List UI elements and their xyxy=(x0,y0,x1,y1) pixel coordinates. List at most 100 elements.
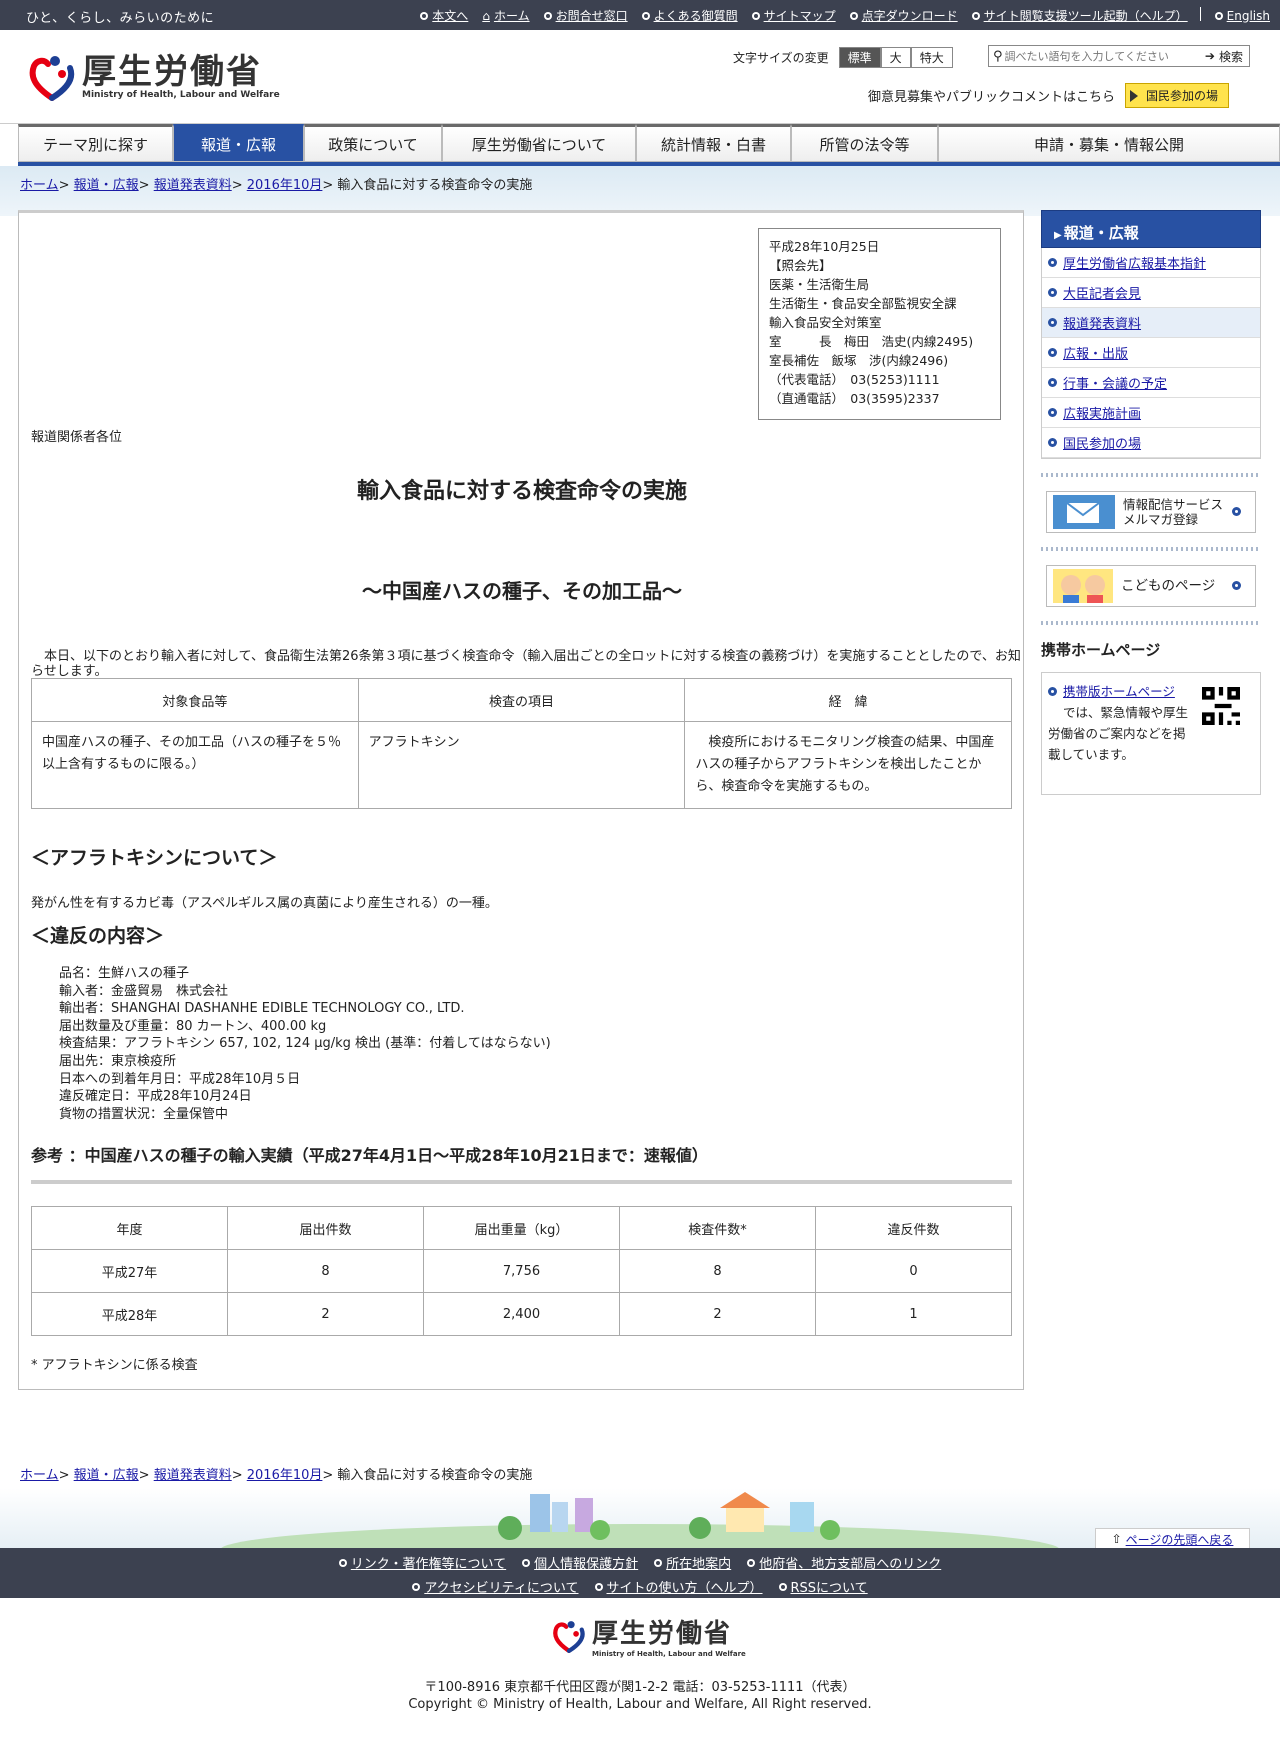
global-nav: テーマ別に探す 報道・広報 政策について 厚生労働省について 統計情報・白書 所… xyxy=(18,124,1280,166)
site-logo[interactable]: 厚生労働省 Ministry of Health, Labour and Wel… xyxy=(28,52,280,102)
envelope-icon xyxy=(1053,495,1115,529)
list-item: 検査結果：アフラトキシン 657, 102, 124 μg/kg 検出 (基準：… xyxy=(59,1036,551,1052)
arrow-icon xyxy=(1232,507,1241,516)
breadcrumb-footer: ホーム> 報道・広報> 報道発表資料> 2016年10月> 輸入食品に対する検査… xyxy=(20,1468,533,1483)
sidebar-item-participation[interactable]: 国民参加の場 xyxy=(1042,428,1260,458)
skip-to-content-link[interactable]: 本文へ xyxy=(420,7,468,24)
sidebar: ▶ 報道・広報 厚生労働省広報基本指針 大臣記者会見 報道発表資料 広報・出版 行… xyxy=(1041,210,1261,795)
braille-download-link[interactable]: 点字ダウンロード xyxy=(849,7,958,24)
nav-policy[interactable]: 政策について xyxy=(304,124,442,162)
breadcrumb-home[interactable]: ホーム xyxy=(20,178,59,193)
table-cell: 2,400 xyxy=(423,1292,620,1336)
footer-link-copyright[interactable]: リンク・著作権等について xyxy=(338,1553,506,1572)
breadcrumb-releases[interactable]: 報道発表資料 xyxy=(154,1468,232,1483)
breadcrumb-month[interactable]: 2016年10月 xyxy=(247,178,323,193)
footer-link-other-ministries[interactable]: 他府省、地方支部局へのリンク xyxy=(747,1553,941,1572)
nav-applications[interactable]: 申請・募集・情報公開 xyxy=(938,124,1280,162)
table-cell: 検疫所におけるモニタリング検査の結果、中国産ハスの種子からアフラトキシンを検出し… xyxy=(684,721,1012,809)
divider xyxy=(1041,621,1261,625)
bullet-icon xyxy=(1048,258,1057,267)
violation-heading: ＜違反の内容＞ xyxy=(31,925,165,947)
font-size-xlarge-button[interactable]: 特大 xyxy=(910,47,953,68)
breadcrumb-month[interactable]: 2016年10月 xyxy=(247,1468,323,1483)
accessibility-tool-link[interactable]: サイト閲覧支援ツール起動（ヘルプ） xyxy=(971,7,1188,24)
table-cell: 2 xyxy=(619,1292,816,1336)
home-link[interactable]: ⌂ ホーム xyxy=(482,7,529,24)
nav-about[interactable]: 厚生労働省について xyxy=(442,124,636,162)
divider xyxy=(1041,547,1261,551)
bullet-icon xyxy=(1048,348,1057,357)
breadcrumb: ホーム> 報道・広報> 報道発表資料> 2016年10月> 輸入食品に対する検査… xyxy=(20,178,533,193)
breadcrumb-releases[interactable]: 報道発表資料 xyxy=(154,178,232,193)
breadcrumb-press[interactable]: 報道・広報 xyxy=(74,1468,139,1483)
public-comment-area: 御意見募集やパブリックコメントはこちら 国民参加の場 xyxy=(868,83,1230,108)
footer-link-accessibility[interactable]: アクセシビリティについて xyxy=(412,1577,579,1596)
sidebar-item-press-releases[interactable]: 報道発表資料 xyxy=(1042,308,1260,338)
english-link[interactable]: English xyxy=(1214,7,1270,24)
footer-link-location[interactable]: 所在地案内 xyxy=(654,1553,731,1572)
list-item: 貨物の措置状況：全量保管中 xyxy=(59,1106,229,1122)
home-icon: ⌂ xyxy=(482,8,490,23)
footer-link-help[interactable]: サイトの使い方（ヘルプ） xyxy=(594,1577,763,1596)
bullet-icon xyxy=(412,1582,421,1591)
sidebar-item-publications[interactable]: 広報・出版 xyxy=(1042,338,1260,368)
participation-button[interactable]: 国民参加の場 xyxy=(1125,83,1230,108)
search-button[interactable]: ➔ 検索 xyxy=(1205,48,1243,65)
utility-links: 本文へ ⌂ ホーム お問合せ窓口 よくある御質問 サイトマップ 点字ダウンロード … xyxy=(406,7,1270,24)
table-header: 届出重量（kg） xyxy=(423,1206,620,1250)
nav-theme[interactable]: テーマ別に探す xyxy=(18,124,173,162)
list-item: 届出数量及び重量：80 カートン、400.00 kg xyxy=(59,1018,327,1034)
logo-text-jp: 厚生労働省 xyxy=(82,52,262,92)
sidebar-item-press-conference[interactable]: 大臣記者会見 xyxy=(1042,278,1260,308)
footer-links: リンク・著作権等について 個人情報保護方針 所在地案内 他府省、地方支部局へのリ… xyxy=(0,1548,1280,1598)
sidebar-heading: ▶ 報道・広報 xyxy=(1041,210,1261,248)
table-header: 違反件数 xyxy=(815,1206,1012,1250)
list-item: 品名：生鮮ハスの種子 xyxy=(59,966,190,981)
breadcrumb-press[interactable]: 報道・広報 xyxy=(74,178,139,193)
kids-page-banner[interactable]: こどものページ xyxy=(1046,565,1256,607)
addressee: 報道関係者各位 xyxy=(31,430,123,445)
footer-copyright: Copyright © Ministry of Health, Labour a… xyxy=(408,1697,872,1712)
table-header-row: 対象食品等 検査の項目 経 緯 xyxy=(31,678,1012,722)
table-header: 年度 xyxy=(31,1206,228,1250)
table-cell: 0 xyxy=(815,1249,1012,1293)
search-input[interactable] xyxy=(1004,49,1200,63)
aflatoxin-text: 発がん性を有するカビ毒（アスペルギルス属の真菌により産生される）の一種。 xyxy=(31,896,498,911)
list-item: 違反確定日：平成28年10月24日 xyxy=(59,1089,252,1105)
back-to-top-button[interactable]: ⇧ ページの先頭へ戻る xyxy=(1095,1528,1250,1550)
ministry-logo-icon xyxy=(553,1620,585,1653)
reference-heading: 参考 ：中国産ハスの種子の輸入実績（平成27年4月1日～平成28年10月21日ま… xyxy=(31,1146,708,1165)
main-content: 平成28年10月25日 【照会先】 医薬・生活衛生局 生活衛生・食品安全部監視安… xyxy=(18,210,1024,1390)
table-header: 届出件数 xyxy=(227,1206,424,1250)
nav-laws[interactable]: 所管の法令等 xyxy=(791,124,938,162)
faq-link[interactable]: よくある御質問 xyxy=(641,7,738,24)
sidebar-item-pr-plan[interactable]: 広報実施計画 xyxy=(1042,398,1260,428)
font-size-standard-button[interactable]: 標準 xyxy=(838,47,881,68)
sidebar-item-events[interactable]: 行事・会議の予定 xyxy=(1042,368,1260,398)
mail-magazine-banner[interactable]: 情報配信サービス メルマガ登録 xyxy=(1046,491,1256,533)
font-size-large-button[interactable]: 大 xyxy=(880,47,911,68)
nav-statistics[interactable]: 統計情報・白書 xyxy=(636,124,791,162)
sidebar-item-pr-guideline[interactable]: 厚生労働省広報基本指針 xyxy=(1042,248,1260,278)
logo-text-en: Ministry of Health, Labour and Welfare xyxy=(82,90,280,100)
inspection-table: 対象食品等 検査の項目 経 緯 中国産ハスの種子、その加工品（ハスの種子を５％以… xyxy=(31,678,1012,809)
bullet-icon xyxy=(1048,378,1057,387)
mobile-site-link[interactable]: 携帯版ホームページ xyxy=(1063,684,1175,699)
nav-press[interactable]: 報道・広報 xyxy=(173,124,304,162)
breadcrumb-home[interactable]: ホーム xyxy=(20,1468,59,1483)
bullet-icon xyxy=(594,1582,603,1591)
list-item: 輸出者：SHANGHAI DASHANHE EDIBLE TECHNOLOGY … xyxy=(59,1001,465,1017)
contact-link[interactable]: お問合せ窓口 xyxy=(543,7,628,24)
bullet-icon xyxy=(1048,687,1057,696)
page-title: 輸入食品に対する検査命令の実施 xyxy=(356,479,687,504)
font-size-switcher: 文字サイズの変更 標準 大 特大 xyxy=(733,47,953,68)
footer-link-rss[interactable]: RSSについて xyxy=(778,1577,868,1596)
sitemap-link[interactable]: サイトマップ xyxy=(751,7,836,24)
bullet-icon xyxy=(1048,438,1057,447)
sidebar-menu: 厚生労働省広報基本指針 大臣記者会見 報道発表資料 広報・出版 行事・会議の予定… xyxy=(1041,248,1261,459)
site-search: ⚲ ➔検索 xyxy=(988,45,1250,67)
mobile-heading: 携帯ホームページ xyxy=(1041,641,1161,659)
footer-link-privacy[interactable]: 個人情報保護方針 xyxy=(522,1553,638,1572)
arrow-right-icon: ▶ xyxy=(1054,230,1062,241)
site-header: 厚生労働省 Ministry of Health, Labour and Wel… xyxy=(0,30,1280,124)
